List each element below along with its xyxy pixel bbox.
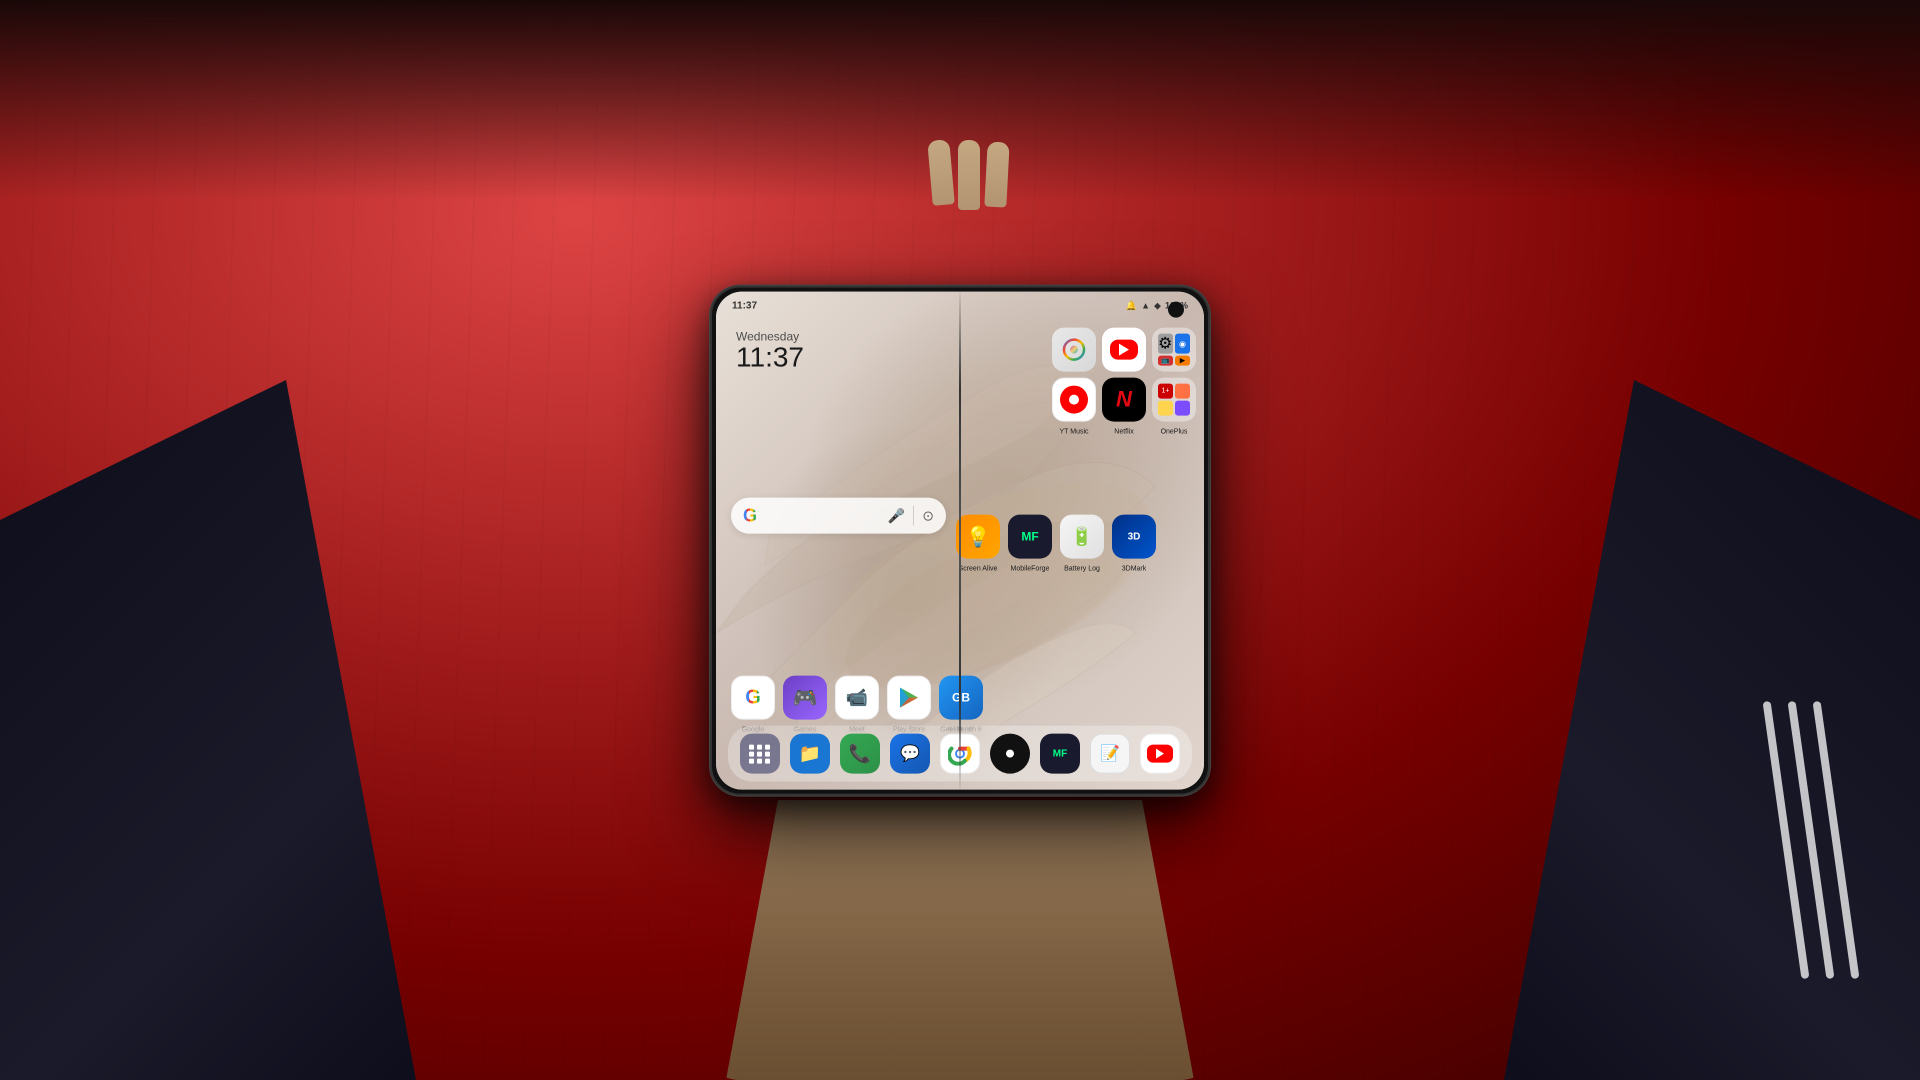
status-time: 11:37	[732, 300, 757, 311]
youtube-dock-play	[1156, 749, 1164, 759]
google-app-wrapper[interactable]: G Google	[731, 676, 775, 720]
screen-alive-wrapper[interactable]: 💡 Screen Alive	[956, 515, 1000, 559]
youtube-dock-inner	[1147, 745, 1173, 763]
files-emoji: 📁	[799, 743, 821, 764]
phone-device-wrapper: 11:37 🔔 ▲ ◆ 100% Wednesday 11:37	[710, 286, 1210, 816]
google-icon-g: G	[745, 686, 761, 709]
mobileforge-dock-text: MF	[1053, 748, 1067, 759]
photos-app-wrapper[interactable]: Photos	[1052, 328, 1096, 372]
youtube-play	[1119, 344, 1129, 356]
youtube-app-wrapper[interactable]: YouTube	[1102, 328, 1146, 372]
photos-icon-svg	[1061, 337, 1087, 363]
folder-mini-4: ▶	[1175, 356, 1190, 366]
oneplus-mini-1: 1+	[1158, 384, 1173, 399]
launcher-grid	[749, 744, 771, 763]
top-right-apps: Photos YouTube	[1052, 328, 1196, 422]
oneplus-mini-2	[1175, 384, 1190, 399]
messages-emoji: 💬	[900, 744, 920, 764]
notes-icon[interactable]: 📝	[1090, 734, 1130, 774]
geekbench-wrapper[interactable]: GB Geekbench 6	[939, 676, 983, 720]
ytmusic-app-wrapper[interactable]: YT Music	[1052, 378, 1096, 422]
mobileforge-wrapper[interactable]: MF MobileForge	[1008, 515, 1052, 559]
google-g-icon: G	[743, 505, 757, 526]
folder-mini-2: ◉	[1175, 334, 1190, 354]
geekbench-icon[interactable]: GB	[939, 676, 983, 720]
oneplus-label: OnePlus	[1161, 429, 1188, 436]
folder-mini-3: 📺	[1158, 356, 1173, 366]
oneplus-mini-3	[1158, 401, 1173, 416]
files-icon[interactable]: 📁	[790, 734, 830, 774]
youtube-dock-icon[interactable]	[1140, 734, 1180, 774]
battery-log-icon[interactable]: 🔋	[1060, 515, 1104, 559]
3dmark-text: 3D	[1128, 531, 1141, 542]
mid-apps-row: 💡 Screen Alive MF MobileForge	[956, 515, 1156, 559]
geekbench-text: GB	[952, 691, 970, 705]
mobileforge-dock-icon[interactable]: MF	[1040, 734, 1080, 774]
oneplus-folder-wrapper[interactable]: 1+ OnePlus	[1152, 378, 1196, 422]
messages-icon[interactable]: 💬	[890, 734, 930, 774]
3dmark-wrapper[interactable]: 3D 3DMark	[1112, 515, 1156, 559]
ytmusic-label: YT Music	[1059, 429, 1088, 436]
mobileforge-text: MF	[1021, 530, 1038, 544]
netflix-app-icon[interactable]: N	[1102, 378, 1146, 422]
phone-emoji: 📞	[849, 743, 871, 764]
mobileforge-label: MobileForge	[1011, 566, 1050, 573]
games-app-wrapper[interactable]: 🎮 Games	[783, 676, 827, 720]
ytmusic-app-icon[interactable]	[1052, 378, 1096, 422]
meet-app-wrapper[interactable]: 📹 Meet	[835, 676, 879, 720]
youtube-inner	[1110, 340, 1138, 360]
play-store-svg	[896, 685, 922, 711]
netflix-n: N	[1116, 387, 1132, 413]
notes-emoji: 📝	[1100, 744, 1120, 764]
settings-folder-icon[interactable]: ⚙ ◉ 📺 ▶	[1152, 328, 1196, 372]
google-app-icon[interactable]: G	[731, 676, 775, 720]
battery-log-label: Battery Log	[1064, 566, 1100, 573]
ytmusic-dot	[1069, 395, 1079, 405]
date-time: 11:37	[736, 344, 804, 372]
wifi-icon: ▲	[1141, 301, 1150, 311]
play-store-wrapper[interactable]: Play Store	[887, 676, 931, 720]
hand-bottom	[700, 800, 1220, 1080]
search-bar[interactable]: G 🎤 ⊙	[731, 498, 946, 534]
date-day: Wednesday	[736, 330, 804, 344]
settings-mini: ⚙	[1158, 334, 1173, 354]
battery-log-wrapper[interactable]: 🔋 Battery Log	[1060, 515, 1104, 559]
play-store-icon[interactable]	[887, 676, 931, 720]
phone-icon[interactable]: 📞	[840, 734, 880, 774]
launcher-icon[interactable]	[740, 734, 780, 774]
screen-alive-icon[interactable]: 💡	[956, 515, 1000, 559]
lower-apps-row: G Google 🎮 Games 📹	[731, 676, 983, 720]
photos-app-icon[interactable]	[1052, 328, 1096, 372]
phone-crease	[959, 288, 961, 794]
youtube-app-icon[interactable]	[1102, 328, 1146, 372]
mobileforge-icon[interactable]: MF	[1008, 515, 1052, 559]
battery-log-emoji: 🔋	[1071, 526, 1093, 547]
search-divider	[913, 506, 914, 526]
oneplus-mini-4	[1175, 401, 1190, 416]
netflix-label: Netflix	[1114, 429, 1133, 436]
oneplus-folder-icon[interactable]: 1+	[1152, 378, 1196, 422]
camera-hole	[1168, 302, 1184, 318]
date-widget: Wednesday 11:37	[736, 330, 804, 372]
ytmusic-circle	[1060, 386, 1088, 414]
screen-alive-label: Screen Alive	[959, 566, 998, 573]
3dmark-icon[interactable]: 3D	[1112, 515, 1156, 559]
3dmark-label: 3DMark	[1122, 566, 1147, 573]
lens-icon[interactable]: ⊙	[922, 507, 934, 524]
signal-icon: ◆	[1154, 300, 1161, 311]
oneplus-dot	[1006, 750, 1014, 758]
mic-icon[interactable]: 🎤	[888, 507, 905, 524]
games-app-icon[interactable]: 🎮	[783, 676, 827, 720]
games-emoji: 🎮	[793, 685, 818, 710]
settings-folder-wrapper[interactable]: ⚙ ◉ 📺 ▶	[1152, 328, 1196, 372]
phone-body: 11:37 🔔 ▲ ◆ 100% Wednesday 11:37	[710, 286, 1210, 796]
oneplus-dot-icon[interactable]	[990, 734, 1030, 774]
meet-emoji: 📹	[846, 687, 868, 708]
netflix-app-wrapper[interactable]: N Netflix	[1102, 378, 1146, 422]
meet-app-icon[interactable]: 📹	[835, 676, 879, 720]
alert-icon: 🔔	[1126, 300, 1137, 311]
screen-alive-emoji: 💡	[966, 524, 991, 549]
